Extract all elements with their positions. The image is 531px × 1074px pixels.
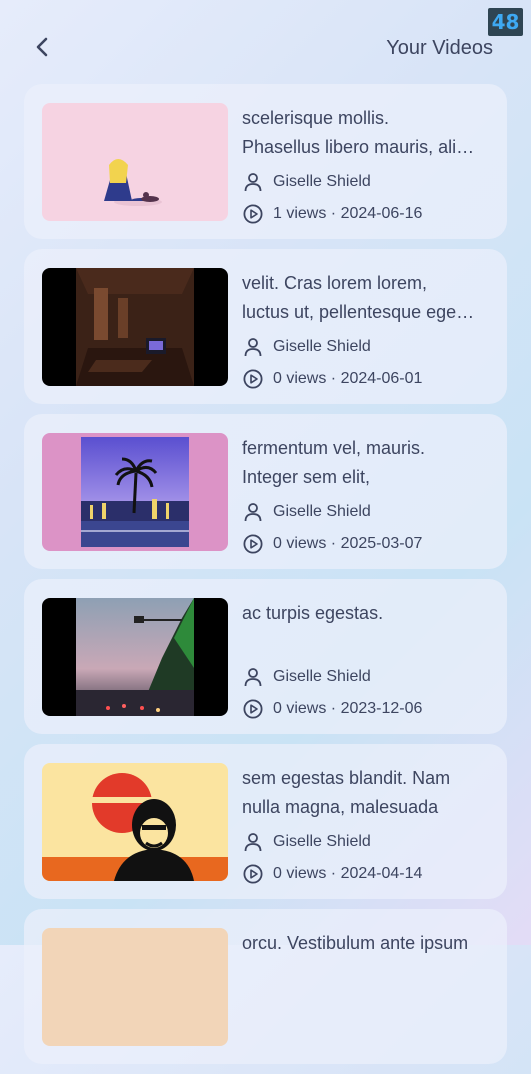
video-author: Giselle Shield: [273, 668, 371, 685]
video-stats: 1 views · 2024-06-16: [273, 205, 423, 222]
video-stats-row: 0 views · 2024-04-14: [242, 862, 492, 886]
play-circle-icon: [242, 698, 264, 720]
play-circle-icon: [242, 368, 264, 390]
play-circle-icon: [242, 863, 264, 885]
video-author: Giselle Shield: [273, 173, 371, 190]
video-stats: 0 views · 2024-06-01: [273, 370, 423, 387]
video-stats: 0 views · 2025-03-07: [273, 535, 423, 552]
video-author-row: Giselle Shield: [242, 500, 492, 524]
video-stats-row: 0 views · 2023-12-06: [242, 697, 492, 721]
video-card[interactable]: ac turpis egestas. Giselle Shield 0 view…: [24, 579, 507, 734]
video-card[interactable]: fermentum vel, mauris. Integer sem elit,…: [24, 414, 507, 569]
video-stats: 0 views · 2024-04-14: [273, 865, 423, 882]
back-button[interactable]: [28, 33, 56, 61]
user-icon: [242, 501, 264, 523]
video-description: sem egestas blandit. Nam nulla magna, ma…: [242, 768, 451, 817]
video-author-row: Giselle Shield: [242, 665, 492, 689]
video-thumbnail[interactable]: [42, 763, 228, 881]
user-icon: [242, 666, 264, 688]
user-icon: [242, 336, 264, 358]
video-description: scelerisque mollis. Phasellus libero mau…: [242, 108, 475, 157]
user-icon: [242, 171, 264, 193]
video-thumbnail[interactable]: [42, 928, 228, 1046]
video-stats: 0 views · 2023-12-06: [273, 700, 423, 717]
video-card[interactable]: velit. Cras lorem lorem, luctus ut, pell…: [24, 249, 507, 404]
video-stats-row: 0 views · 2025-03-07: [242, 532, 492, 556]
video-description: velit. Cras lorem lorem, luctus ut, pell…: [242, 273, 475, 322]
video-author-row: Giselle Shield: [242, 830, 492, 854]
video-stats-row: 0 views · 2024-06-01: [242, 367, 492, 391]
video-card[interactable]: orcu. Vestibulum ante ipsum: [24, 909, 507, 1064]
video-description: orcu. Vestibulum ante ipsum: [242, 933, 469, 953]
chevron-left-icon: [36, 37, 48, 57]
video-list: scelerisque mollis. Phasellus libero mau…: [24, 84, 507, 1074]
video-stats-row: 1 views · 2024-06-16: [242, 202, 492, 226]
play-circle-icon: [242, 203, 264, 225]
video-card[interactable]: scelerisque mollis. Phasellus libero mau…: [24, 84, 507, 239]
user-icon: [242, 831, 264, 853]
status-badge: 48: [488, 8, 523, 36]
video-author: Giselle Shield: [273, 338, 371, 355]
video-thumbnail[interactable]: [42, 268, 228, 386]
video-thumbnail[interactable]: [42, 433, 228, 551]
video-author: Giselle Shield: [273, 833, 371, 850]
video-author: Giselle Shield: [273, 503, 371, 520]
video-description: ac turpis egestas.: [242, 603, 384, 623]
video-thumbnail[interactable]: [42, 103, 228, 221]
page-title: Your Videos: [386, 37, 493, 59]
video-thumbnail[interactable]: [42, 598, 228, 716]
play-circle-icon: [242, 533, 264, 555]
video-description: fermentum vel, mauris. Integer sem elit,: [242, 438, 426, 487]
video-card[interactable]: sem egestas blandit. Nam nulla magna, ma…: [24, 744, 507, 899]
video-author-row: Giselle Shield: [242, 170, 492, 194]
video-author-row: Giselle Shield: [242, 335, 492, 359]
